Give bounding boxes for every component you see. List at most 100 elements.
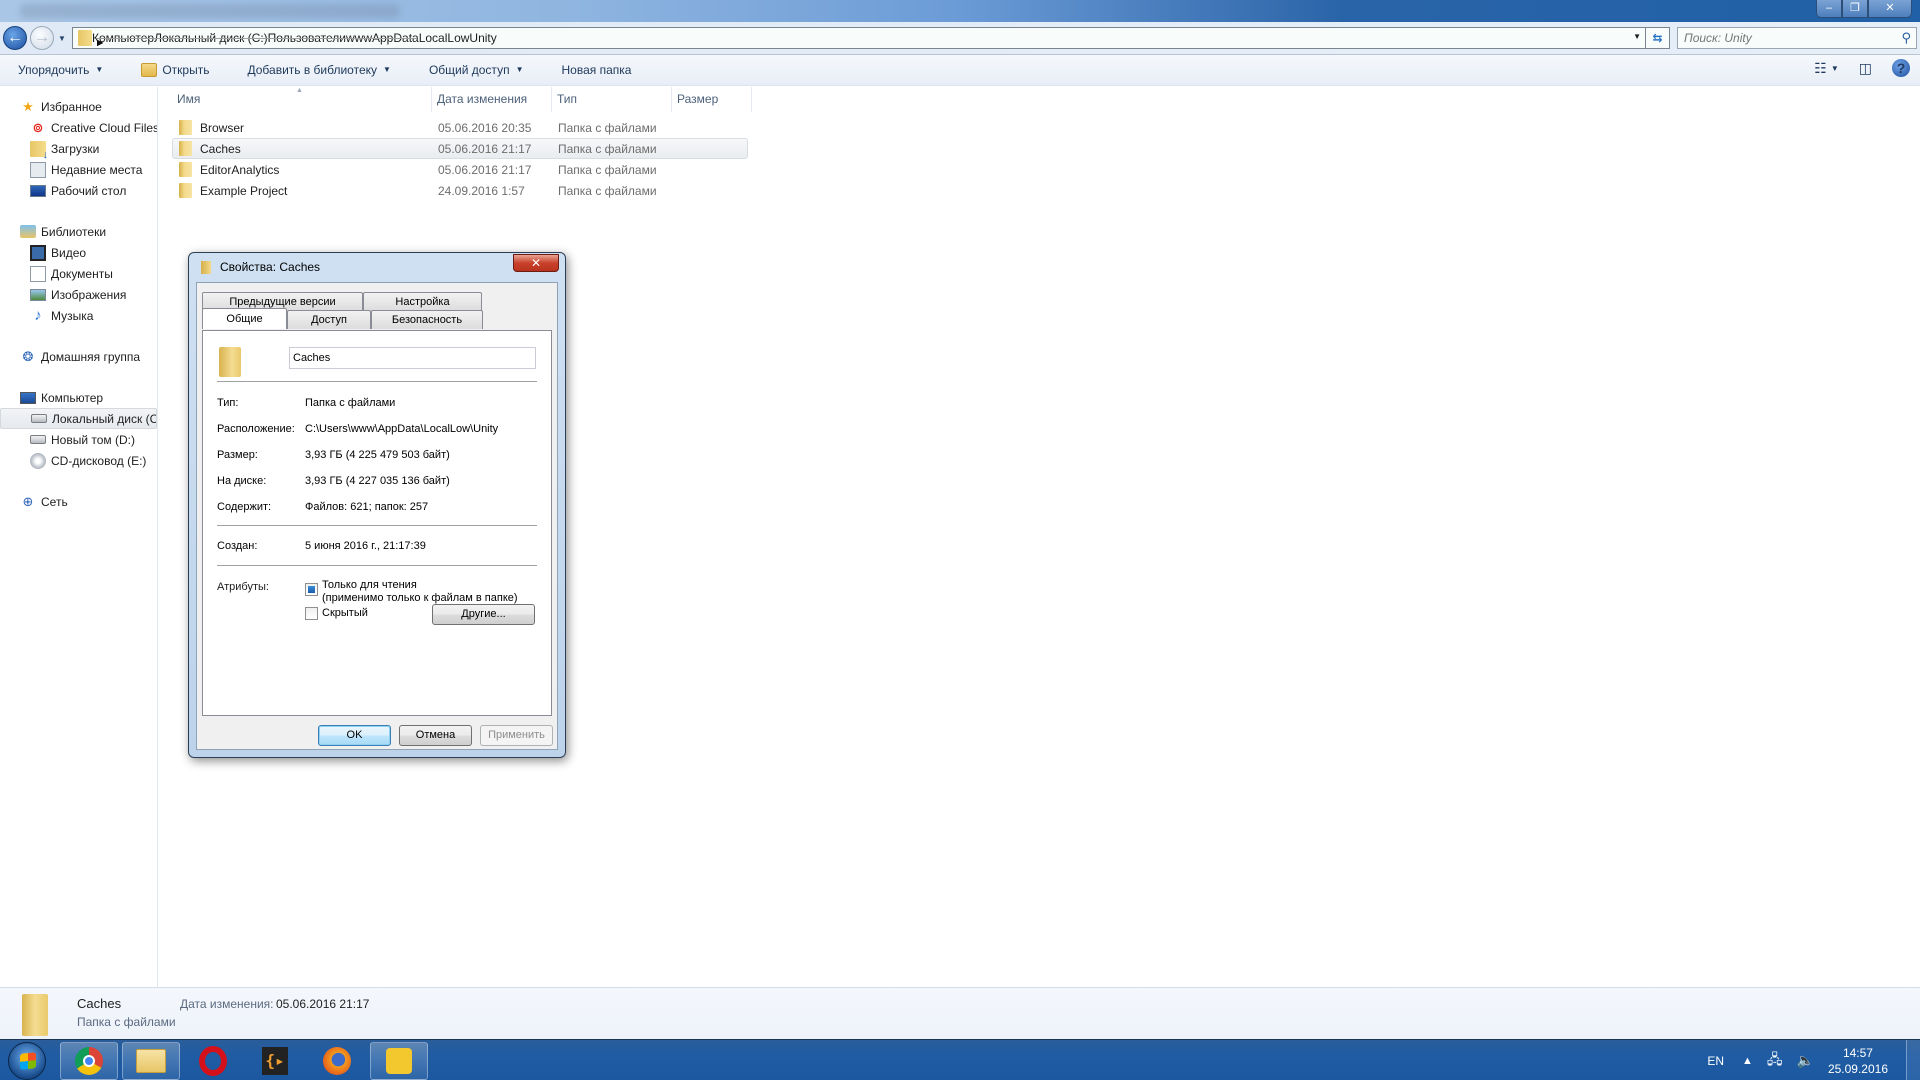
sidebar-item-music[interactable]: ♪ Музыка (0, 305, 157, 326)
dialog-title-bar[interactable]: Свойства: Caches (201, 260, 320, 274)
file-date: 05.06.2016 21:17 (438, 162, 532, 177)
sidebar-label: Видео (51, 245, 87, 260)
sidebar-item-downloads[interactable]: Загрузки (0, 138, 157, 159)
cancel-button[interactable]: Отмена (399, 725, 472, 746)
recent-pages-dropdown[interactable]: ▼ (58, 34, 66, 43)
hidden-label[interactable]: Скрытый (322, 607, 368, 620)
share-button[interactable]: Общий доступ ▼ (417, 58, 536, 82)
taskbar-firefox[interactable] (308, 1042, 366, 1080)
sidebar-item-computer[interactable]: Компьютер (0, 387, 157, 408)
sidebar-item-recent-places[interactable]: Недавние места (0, 159, 157, 180)
network-icon: ⊕ (22, 493, 34, 509)
file-row[interactable]: Example Project 24.09.2016 1:57 Папка с … (172, 180, 748, 201)
address-bar[interactable]: ▶ Компьютер ▶ Локальный диск (C:) ▶ Пользов… (72, 27, 1646, 49)
dialog-close-button[interactable]: ✕ (513, 254, 559, 272)
sidebar-item-creative-cloud[interactable]: ⊚ Creative Cloud Files (0, 117, 157, 138)
close-button[interactable]: ✕ (1868, 0, 1912, 18)
address-history-dropdown[interactable]: ▼ (1633, 32, 1641, 41)
sidebar-item-local-disk-c[interactable]: Локальный диск (C:) (0, 408, 157, 429)
network-status-icon[interactable]: 🖧 (1767, 1049, 1783, 1073)
search-input[interactable] (1684, 30, 1884, 46)
new-folder-button[interactable]: Новая папка (549, 58, 643, 82)
libraries-icon (20, 225, 36, 238)
chevron-down-icon: ▼ (95, 65, 104, 74)
sidebar-item-cd-drive-e[interactable]: CD-дисковод (E:) (0, 450, 157, 471)
folder-name-field[interactable] (289, 347, 536, 369)
folder-icon (179, 120, 192, 135)
language-indicator[interactable]: EN (1707, 1054, 1724, 1068)
sidebar-item-desktop[interactable]: Рабочий стол (0, 180, 157, 201)
file-row[interactable]: Caches 05.06.2016 21:17 Папка с файлами (172, 138, 748, 159)
taskbar-explorer[interactable] (122, 1042, 180, 1080)
organize-button[interactable]: Упорядочить ▼ (0, 58, 115, 82)
preview-pane-icon[interactable]: ◫ (1859, 60, 1872, 77)
prop-value: 3,93 ГБ (4 225 479 503 байт) (305, 449, 450, 461)
show-desktop-button[interactable] (1906, 1040, 1920, 1080)
sidebar-item-libraries[interactable]: Библиотеки (0, 221, 157, 242)
tab-sharing[interactable]: Доступ (287, 310, 371, 329)
sidebar-label: Компьютер (41, 390, 104, 405)
column-header-date[interactable]: Дата изменения (432, 87, 552, 112)
divider (217, 381, 537, 382)
sidebar-label: Музыка (51, 308, 94, 323)
minimize-button[interactable]: ‒ (1816, 0, 1842, 18)
sidebar-item-homegroup[interactable]: ❂ Домашняя группа (0, 346, 157, 367)
tab-customize[interactable]: Настройка (363, 292, 482, 311)
add-to-library-button[interactable]: Добавить в библиотеку ▼ (235, 58, 402, 82)
clock[interactable]: 14:57 25.09.2016 (1828, 1045, 1888, 1077)
taskbar-chrome[interactable] (60, 1042, 118, 1080)
view-options-icon[interactable]: ☷ (1814, 60, 1827, 77)
taskbar-brackets[interactable]: {▸ (246, 1042, 304, 1080)
maximize-button[interactable]: ❐ (1842, 0, 1868, 18)
window-title-bar[interactable]: ‒ ❐ ✕ (0, 0, 1920, 22)
ok-button[interactable]: OK (318, 725, 391, 746)
forward-button[interactable]: → (30, 26, 54, 50)
folder-icon (179, 141, 192, 156)
hidden-checkbox[interactable] (305, 607, 318, 620)
search-icon[interactable]: ⚲ (1901, 30, 1911, 46)
back-button[interactable]: ← (3, 26, 27, 50)
tab-general[interactable]: Общие (202, 308, 287, 329)
breadcrumb-locallow[interactable]: LocalLow (419, 31, 470, 45)
share-label: Общий доступ (428, 63, 510, 77)
opera-icon (199, 1046, 227, 1076)
sidebar-item-network[interactable]: ⊕ Сеть (0, 491, 157, 512)
readonly-checkbox[interactable] (305, 583, 318, 596)
sidebar-label: Новый том (D:) (51, 432, 135, 447)
file-row[interactable]: EditorAnalytics 05.06.2016 21:17 Папка с… (172, 159, 748, 180)
file-name: Example Project (200, 183, 288, 198)
column-header-type[interactable]: Тип (552, 87, 672, 112)
breadcrumb-unity[interactable]: Unity (469, 31, 496, 45)
file-type: Папка с файлами (558, 141, 657, 156)
details-type: Папка с файлами (77, 1015, 176, 1029)
file-name: Browser (200, 120, 245, 135)
file-row[interactable]: Browser 05.06.2016 20:35 Папка с файлами (172, 117, 748, 138)
open-button[interactable]: Открыть (129, 58, 221, 82)
start-button[interactable] (8, 1042, 46, 1080)
sidebar-item-documents[interactable]: Документы (0, 263, 157, 284)
tab-security[interactable]: Безопасность (371, 310, 483, 329)
taskbar-opera[interactable] (184, 1042, 242, 1080)
computer-icon (20, 391, 36, 404)
taskbar-puzzle-app[interactable] (370, 1042, 428, 1080)
help-icon[interactable]: ? (1892, 59, 1910, 77)
show-hidden-icons-icon[interactable]: ▲ (1742, 1055, 1753, 1067)
sidebar-label: CD-дисковод (E:) (51, 453, 147, 468)
open-label: Открыть (162, 63, 210, 77)
sidebar-item-video[interactable]: Видео (0, 242, 157, 263)
search-box[interactable]: ⚲ (1677, 27, 1917, 49)
readonly-label[interactable]: Только для чтения (применимо только к фай… (322, 579, 518, 605)
advanced-attributes-button[interactable]: Другие... (432, 604, 535, 625)
file-type: Папка с файлами (558, 162, 657, 177)
volume-icon[interactable]: 🔈 (1797, 1052, 1814, 1069)
sidebar-item-pictures[interactable]: Изображения (0, 284, 157, 305)
explorer-icon (136, 1049, 166, 1073)
refresh-button[interactable]: ⇆ (1646, 27, 1670, 49)
view-dropdown-icon[interactable]: ▼ (1831, 64, 1839, 73)
column-header-size[interactable]: Размер (672, 87, 752, 112)
sidebar-item-volume-d[interactable]: Новый том (D:) (0, 429, 157, 450)
folder-icon (22, 994, 48, 1036)
music-icon: ♪ (34, 307, 42, 324)
sidebar-item-favorites[interactable]: ★ Избранное (0, 96, 157, 117)
chevron-right-icon[interactable]: ▶ (97, 37, 417, 47)
